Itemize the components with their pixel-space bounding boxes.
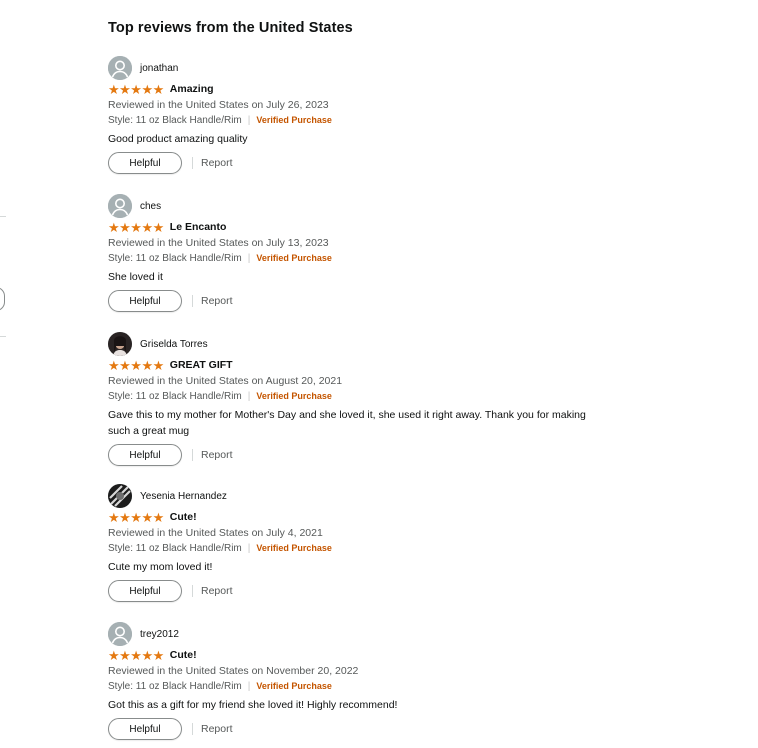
review-text: Gave this to my mother for Mother's Day …	[108, 409, 586, 437]
product-style[interactable]: Style: 11 oz Black Handle/Rim	[108, 543, 242, 554]
report-link[interactable]: Report	[201, 449, 233, 461]
review-title[interactable]: Cute!	[170, 511, 197, 523]
action-divider	[192, 723, 193, 735]
action-divider	[192, 295, 193, 307]
report-link[interactable]: Report	[201, 585, 233, 597]
reviewer-name: Yesenia Hernandez	[140, 490, 227, 502]
separator: |	[247, 115, 251, 126]
helpful-button[interactable]: Helpful	[108, 152, 182, 174]
verified-purchase-badge: Verified Purchase	[256, 681, 332, 691]
reviewer-name: trey2012	[140, 628, 179, 640]
reviewer-profile[interactable]: ches	[108, 194, 628, 218]
separator: |	[247, 391, 251, 402]
default-avatar-icon	[108, 56, 132, 80]
reviewer-name: ches	[140, 200, 162, 212]
verified-purchase-badge: Verified Purchase	[256, 391, 332, 401]
reviewer-name: Griselda Torres	[140, 338, 208, 350]
review-text: She loved it	[108, 271, 163, 283]
verified-purchase-badge: Verified Purchase	[256, 543, 332, 553]
review-text: Cute my mom loved it!	[108, 561, 213, 573]
helpful-button[interactable]: Helpful	[108, 290, 182, 312]
reviewer-profile[interactable]: jonathan	[108, 56, 628, 80]
separator: |	[247, 543, 251, 554]
default-avatar-icon	[108, 622, 132, 646]
action-divider	[192, 449, 193, 461]
default-avatar-icon	[108, 194, 132, 218]
star-rating-icon[interactable]: ★★★★★	[108, 359, 164, 372]
action-divider	[192, 585, 193, 597]
review-card: jonathan ★★★★★ Amazing Reviewed in the U…	[108, 56, 628, 174]
review-title[interactable]: Cute!	[170, 649, 197, 661]
review-text: Good product amazing quality	[108, 133, 248, 145]
review-date: Reviewed in the United States on July 13…	[108, 237, 329, 249]
reviewer-profile[interactable]: Griselda Torres	[108, 332, 628, 356]
star-rating-icon[interactable]: ★★★★★	[108, 221, 164, 234]
review-title[interactable]: Le Encanto	[170, 221, 227, 233]
report-link[interactable]: Report	[201, 723, 233, 735]
left-divider-bottom	[0, 336, 6, 337]
product-style[interactable]: Style: 11 oz Black Handle/Rim	[108, 681, 242, 692]
product-style[interactable]: Style: 11 oz Black Handle/Rim	[108, 391, 242, 402]
helpful-button[interactable]: Helpful	[108, 718, 182, 740]
product-style[interactable]: Style: 11 oz Black Handle/Rim	[108, 115, 242, 126]
helpful-button[interactable]: Helpful	[108, 580, 182, 602]
left-edge-button[interactable]	[0, 287, 5, 311]
review-date: Reviewed in the United States on July 4,…	[108, 527, 323, 539]
review-date: Reviewed in the United States on Novembe…	[108, 665, 359, 677]
reviewer-profile[interactable]: Yesenia Hernandez	[108, 484, 628, 508]
report-link[interactable]: Report	[201, 157, 233, 169]
verified-purchase-badge: Verified Purchase	[256, 253, 332, 263]
review-card: trey2012 ★★★★★ Cute! Reviewed in the Uni…	[108, 622, 628, 740]
star-rating-icon[interactable]: ★★★★★	[108, 83, 164, 96]
product-style[interactable]: Style: 11 oz Black Handle/Rim	[108, 253, 242, 264]
review-date: Reviewed in the United States on July 26…	[108, 99, 329, 111]
verified-purchase-badge: Verified Purchase	[256, 115, 332, 125]
helpful-button[interactable]: Helpful	[108, 444, 182, 466]
section-title: Top reviews from the United States	[108, 20, 353, 36]
review-date: Reviewed in the United States on August …	[108, 375, 343, 387]
review-title[interactable]: Amazing	[170, 83, 214, 95]
left-divider-top	[0, 216, 6, 217]
review-text: Got this as a gift for my friend she lov…	[108, 699, 398, 711]
photo-avatar	[108, 332, 132, 356]
separator: |	[247, 681, 251, 692]
reviewer-profile[interactable]: trey2012	[108, 622, 628, 646]
review-card: Yesenia Hernandez ★★★★★ Cute! Reviewed i…	[108, 484, 628, 602]
action-divider	[192, 157, 193, 169]
reviewer-name: jonathan	[140, 62, 179, 74]
star-rating-icon[interactable]: ★★★★★	[108, 511, 164, 524]
star-rating-icon[interactable]: ★★★★★	[108, 649, 164, 662]
separator: |	[247, 253, 251, 264]
photo-avatar	[108, 484, 132, 508]
review-card: ches ★★★★★ Le Encanto Reviewed in the Un…	[108, 194, 628, 312]
review-card: Griselda Torres ★★★★★ GREAT GIFT Reviewe…	[108, 332, 628, 466]
report-link[interactable]: Report	[201, 295, 233, 307]
review-title[interactable]: GREAT GIFT	[170, 359, 233, 371]
